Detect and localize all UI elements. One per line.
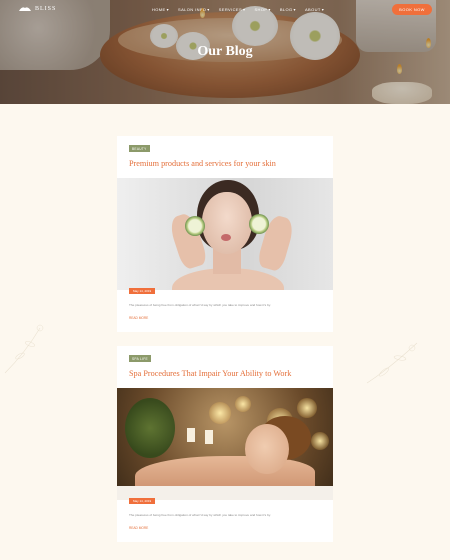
candle xyxy=(187,428,195,442)
head xyxy=(245,424,289,474)
cucumber-slice xyxy=(249,214,269,234)
botanical-decoration-icon xyxy=(366,342,418,384)
read-more-link[interactable]: READ MORE xyxy=(129,526,148,530)
face xyxy=(202,192,252,254)
top-nav: BLISS HOME ▾ SALON INFO ▾ SERVICES ▾ SHOP ▾ … xyxy=(0,0,450,20)
plant xyxy=(125,398,175,458)
lips xyxy=(221,234,231,241)
nav-item-salon-info[interactable]: SALON INFO ▾ xyxy=(178,7,210,12)
post-image[interactable] xyxy=(117,178,333,290)
post-date: May 14, 2019 xyxy=(129,498,156,504)
page-title: Our Blog xyxy=(197,44,253,59)
cucumber-slice xyxy=(185,216,205,236)
post-image[interactable] xyxy=(117,388,333,500)
chevron-down-icon: ▾ xyxy=(166,7,170,12)
category-tag[interactable]: SPA LIFE xyxy=(129,355,151,362)
bokeh-light xyxy=(297,398,317,418)
nav-item-about[interactable]: ABOUT ▾ xyxy=(305,7,324,12)
botanical-decoration-icon xyxy=(4,324,44,374)
chevron-down-icon: ▾ xyxy=(321,7,325,12)
post-excerpt: The pleasures of being free from obligat… xyxy=(129,513,271,517)
bokeh-light xyxy=(235,396,251,412)
bokeh-light xyxy=(311,432,329,450)
nav-label: SHOP xyxy=(254,7,268,12)
post-excerpt: The pleasures of being free from obligat… xyxy=(129,303,271,307)
book-now-button[interactable]: BOOK NOW xyxy=(392,4,432,15)
chevron-down-icon: ▾ xyxy=(207,7,210,12)
read-more-link[interactable]: READ MORE xyxy=(129,316,148,320)
blog-post-card: BEAUTY Premium products and services for… xyxy=(117,136,333,332)
candle xyxy=(205,430,213,444)
nav-item-services[interactable]: SERVICES ▾ xyxy=(219,7,246,12)
nav-label: ABOUT xyxy=(304,7,321,12)
nav-label: SALON INFO xyxy=(178,7,207,12)
logo[interactable]: BLISS xyxy=(18,5,56,12)
chevron-down-icon: ▾ xyxy=(293,7,296,12)
category-tag[interactable]: BEAUTY xyxy=(129,145,150,152)
blog-post-card: SPA LIFE Spa Procedures That Impair Your… xyxy=(117,346,333,542)
chevron-down-icon: ▾ xyxy=(243,7,246,12)
post-title[interactable]: Spa Procedures That Impair Your Ability … xyxy=(129,369,323,378)
nav-item-home[interactable]: HOME ▾ xyxy=(152,7,169,12)
nav-label: BLOG xyxy=(279,7,293,12)
lotus-icon xyxy=(19,7,31,11)
main-menu: HOME ▾ SALON INFO ▾ SERVICES ▾ SHOP ▾ BLOG ▾ … xyxy=(152,7,324,12)
nav-label: HOME xyxy=(152,7,166,12)
nav-item-blog[interactable]: BLOG ▾ xyxy=(280,7,296,12)
nav-label: SERVICES xyxy=(218,7,243,12)
post-date: May 14, 2019 xyxy=(129,288,156,294)
chevron-down-icon: ▾ xyxy=(268,7,271,12)
hero-banner: BLISS HOME ▾ SALON INFO ▾ SERVICES ▾ SHOP ▾ … xyxy=(0,0,450,104)
bokeh-light xyxy=(209,402,231,424)
post-title[interactable]: Premium products and services for your s… xyxy=(129,159,323,168)
logo-text: BLISS xyxy=(35,5,57,12)
nav-item-shop[interactable]: SHOP ▾ xyxy=(254,7,270,12)
